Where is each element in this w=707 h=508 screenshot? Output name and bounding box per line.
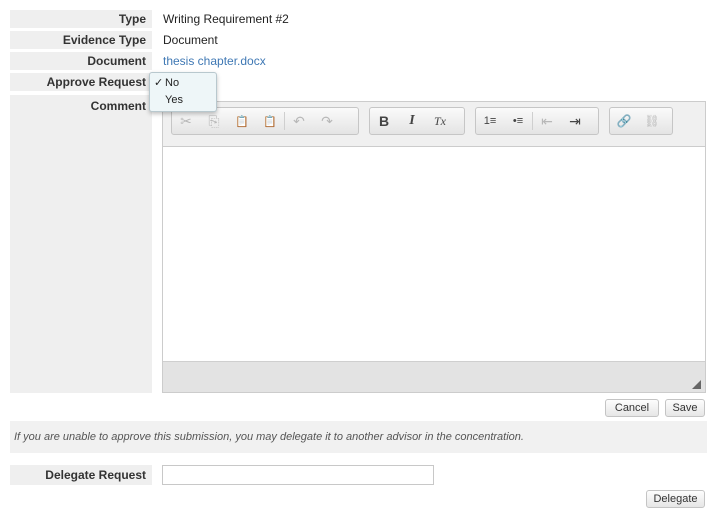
option-yes[interactable]: Yes xyxy=(154,92,183,108)
option-no-label: No xyxy=(165,77,180,89)
document-label: Document xyxy=(10,52,152,70)
editor-toolbar: ✂ ⎘ 📋 📋 ↶ ↷ B I Tx 1≡ •≡ ⇤ ⇥ 🔗 ⛓ xyxy=(163,102,705,147)
comment-label-column xyxy=(10,95,152,393)
bulleted-list-icon[interactable]: •≡ xyxy=(504,108,532,134)
paste-text-icon[interactable]: 📋 xyxy=(256,108,284,134)
delegate-button[interactable]: Delegate xyxy=(646,490,705,508)
link-group: 🔗 ⛓ xyxy=(609,107,673,135)
document-link[interactable]: thesis chapter.docx xyxy=(163,52,266,70)
comment-editor: ✂ ⎘ 📋 📋 ↶ ↷ B I Tx 1≡ •≡ ⇤ ⇥ 🔗 ⛓ xyxy=(162,101,706,393)
resize-handle-icon[interactable] xyxy=(692,380,701,389)
redo-icon[interactable]: ↷ xyxy=(313,108,341,134)
save-button[interactable]: Save xyxy=(665,399,705,417)
remove-format-icon[interactable]: Tx xyxy=(426,108,454,134)
unlink-icon[interactable]: ⛓ xyxy=(638,108,666,134)
checkmark-icon: ✓ xyxy=(154,77,164,89)
approve-request-dropdown[interactable]: ✓ No Yes xyxy=(149,72,217,112)
delegate-notice: If you are unable to approve this submis… xyxy=(10,421,707,453)
evidence-type-label: Evidence Type xyxy=(10,31,152,49)
paste-icon[interactable]: 📋 xyxy=(228,108,256,134)
italic-icon[interactable]: I xyxy=(398,108,426,134)
evidence-type-value: Document xyxy=(163,33,218,47)
type-label: Type xyxy=(10,10,152,28)
list-group: 1≡ •≡ ⇤ ⇥ xyxy=(475,107,599,135)
outdent-icon[interactable]: ⇤ xyxy=(533,108,561,134)
delegate-request-input[interactable] xyxy=(162,465,434,485)
cancel-button[interactable]: Cancel xyxy=(605,399,659,417)
approve-request-label: Approve Request xyxy=(10,73,152,91)
editor-statusbar xyxy=(163,361,705,392)
link-icon[interactable]: 🔗 xyxy=(610,108,638,134)
indent-icon[interactable]: ⇥ xyxy=(561,108,589,134)
comment-label: Comment xyxy=(90,99,146,113)
option-no[interactable]: ✓ No xyxy=(154,75,179,91)
bold-icon[interactable]: B xyxy=(370,108,398,134)
delegate-request-label: Delegate Request xyxy=(10,465,152,485)
format-group: B I Tx xyxy=(369,107,465,135)
option-yes-label: Yes xyxy=(165,94,183,106)
undo-icon[interactable]: ↶ xyxy=(285,108,313,134)
type-value: Writing Requirement #2 xyxy=(163,12,289,26)
numbered-list-icon[interactable]: 1≡ xyxy=(476,108,504,134)
comment-editor-body[interactable] xyxy=(163,147,705,362)
